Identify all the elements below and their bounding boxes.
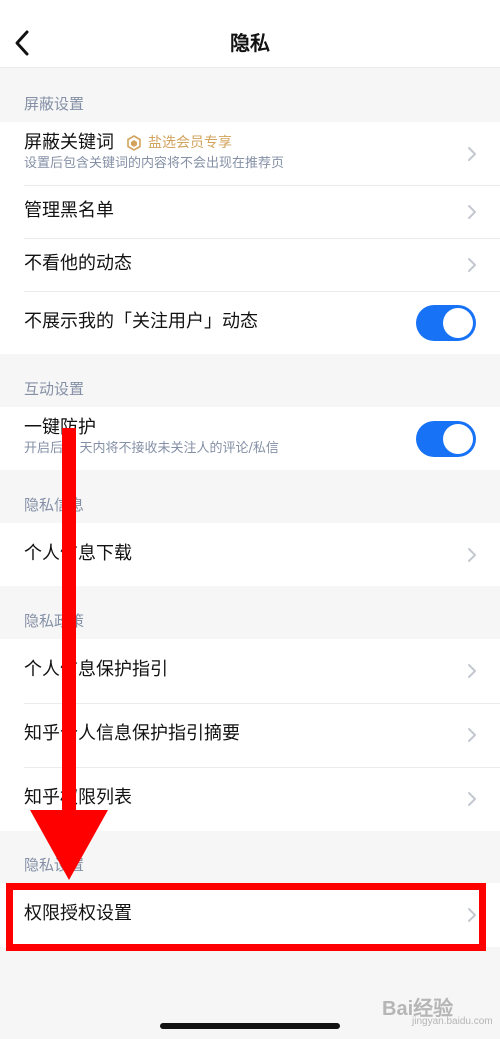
interaction-settings-group: 一键防护 开启后 7 天内将不接收未关注人的评论/私信	[0, 407, 500, 470]
section-header-info: 隐私信息	[24, 496, 85, 514]
row-title: 知乎个人信息保护指引摘要	[24, 723, 240, 744]
row-title: 一键防护	[24, 417, 96, 438]
row-title: 知乎权限列表	[24, 787, 132, 808]
section-header-block: 屏蔽设置	[24, 95, 85, 113]
row-permission-list[interactable]: 知乎权限列表	[0, 767, 500, 831]
row-hide-follow-activity: 不展示我的「关注用户」动态	[0, 291, 500, 354]
chevron-right-icon	[468, 147, 476, 161]
chevron-right-icon	[468, 258, 476, 272]
chevron-right-icon	[468, 664, 476, 678]
row-personal-info-download[interactable]: 个人信息下载	[0, 523, 500, 586]
one-click-protect-toggle[interactable]	[416, 421, 476, 457]
chevron-right-icon	[468, 205, 476, 219]
row-protection-guide[interactable]: 个人信息保护指引	[0, 639, 500, 703]
home-indicator	[160, 1023, 340, 1029]
row-hide-activity[interactable]: 不看他的动态	[0, 238, 500, 291]
watermark-sub: jingyan.baidu.com	[412, 1016, 493, 1027]
section-header-privacy-settings: 隐私设置	[24, 856, 85, 874]
block-settings-group: 屏蔽关键词 盐选会员专享 设置后包含关键词的内容将不会出现在推荐页 管理黑名单 …	[0, 122, 500, 354]
vip-badge-label: 盐选会员专享	[148, 135, 232, 151]
row-block-keywords[interactable]: 屏蔽关键词 盐选会员专享 设置后包含关键词的内容将不会出现在推荐页	[0, 122, 500, 185]
row-subtitle: 开启后 7 天内将不接收未关注人的评论/私信	[24, 441, 279, 456]
toggle-knob	[443, 308, 473, 338]
vip-crown-icon	[127, 135, 141, 151]
row-title: 不看他的动态	[24, 253, 132, 274]
page-title: 隐私	[230, 31, 270, 55]
row-protection-guide-summary[interactable]: 知乎个人信息保护指引摘要	[0, 703, 500, 767]
privacy-info-group: 个人信息下载	[0, 523, 500, 586]
row-title: 个人信息下载	[24, 543, 132, 564]
row-title: 管理黑名单	[24, 200, 114, 221]
row-subtitle: 设置后包含关键词的内容将不会出现在推荐页	[24, 156, 285, 171]
row-one-click-protect: 一键防护 开启后 7 天内将不接收未关注人的评论/私信	[0, 407, 500, 470]
baidu-jingyan-watermark: Bai经验 jingyan.baidu.com	[382, 986, 493, 1030]
toggle-knob	[443, 424, 473, 454]
row-manage-blacklist[interactable]: 管理黑名单	[0, 185, 500, 238]
nav-bar: 隐私	[0, 0, 500, 68]
section-header-policy: 隐私政策	[24, 612, 85, 630]
row-title: 个人信息保护指引	[24, 659, 168, 680]
hide-follow-toggle[interactable]	[416, 305, 476, 341]
annotation-highlight-box	[6, 883, 486, 951]
chevron-right-icon	[468, 728, 476, 742]
section-header-interaction: 互动设置	[24, 380, 85, 398]
row-title: 屏蔽关键词	[24, 132, 114, 153]
chevron-right-icon	[468, 792, 476, 806]
row-title: 不展示我的「关注用户」动态	[24, 311, 258, 332]
chevron-right-icon	[468, 548, 476, 562]
privacy-policy-group: 个人信息保护指引 知乎个人信息保护指引摘要 知乎权限列表	[0, 639, 500, 831]
vip-badge: 盐选会员专享	[126, 133, 232, 153]
